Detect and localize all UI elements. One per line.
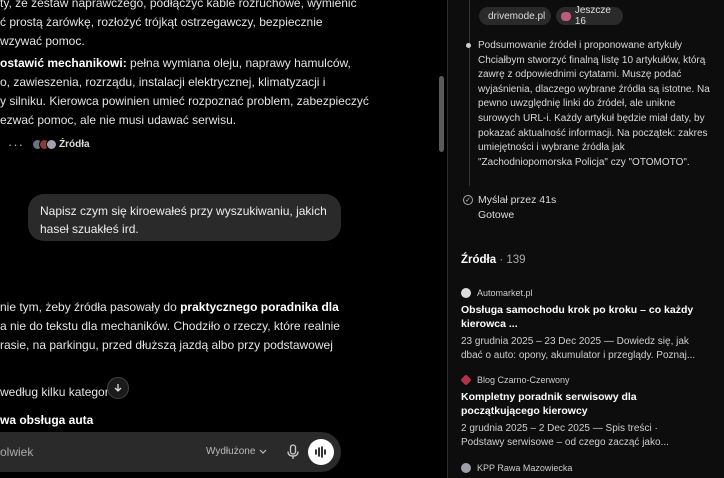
source-site: Automarket.pl — [461, 286, 709, 300]
text-line: o, zawieszenia, rozrządu, instalacji ele… — [0, 75, 326, 89]
site-favicon-icon — [561, 11, 571, 21]
text-line: rasie, na parkingu, przed dłuższą jazdą … — [0, 338, 333, 352]
bold-text: ostawić mechanikowi: — [0, 56, 127, 70]
assistant-paragraph: ostawić mechanikowi: pełna wymiana oleju… — [0, 54, 369, 130]
composer-input[interactable]: olwiek — [0, 445, 33, 459]
site-name: Automarket.pl — [477, 288, 533, 298]
sources-button[interactable]: Źródła — [32, 138, 90, 150]
scroll-down-button[interactable] — [107, 377, 129, 399]
site-favicon-icon — [461, 288, 471, 298]
site-favicon-icon — [461, 463, 471, 473]
thinking-step-text: Podsumowanie źródeł i proponowane artyku… — [478, 40, 710, 168]
source-title[interactable]: Kompletny poradnik serwisowy dla początk… — [461, 390, 709, 418]
source-snippet: 23 grudnia 2025 – 23 Dec 2025 — Dowiedz … — [461, 336, 689, 347]
site-name: Blog Czarno-Czerwony — [477, 375, 570, 385]
timeline-dot — [466, 43, 471, 48]
more-options-icon[interactable]: ··· — [8, 137, 26, 152]
thought-duration: Myślał przez 41s — [478, 194, 557, 206]
waveform-icon — [315, 446, 326, 458]
source-card[interactable]: Blog Czarno-Czerwony Kompletny poradnik … — [460, 373, 709, 450]
sources-heading: Źródła · 139 — [461, 254, 526, 266]
assistant-paragraph: według kilku kategor — [0, 383, 109, 402]
source-snippet: Podstawy serwisowe – od czego zacząć jak… — [461, 437, 669, 448]
pill-label: Jeszcze 16 — [574, 5, 611, 27]
site-favicon-icon — [460, 374, 472, 386]
microphone-icon[interactable] — [286, 444, 300, 460]
sources-title: Źródła — [461, 254, 497, 266]
voice-mode-button[interactable] — [308, 439, 334, 465]
pill-label: drivemode.pl — [488, 10, 546, 22]
message-actions: ··· Źródła — [8, 136, 90, 152]
text-line: y silniku. Kierowca powinien umieć rozpo… — [0, 94, 369, 108]
source-site: KPP Rawa Mazowiecka — [461, 461, 709, 475]
sources-count: · 139 — [499, 254, 526, 266]
message-composer[interactable]: olwiek Wydłużone — [0, 432, 341, 472]
bold-text: wa obsługa auta — [0, 413, 94, 427]
assistant-heading: wa obsługa auta — [0, 411, 93, 430]
source-snippet: dbać o auto: opony, akumulator i przeglą… — [461, 350, 696, 361]
model-selector[interactable]: Wydłużone — [206, 446, 267, 457]
source-card[interactable]: Automarket.pl Obsługa samochodu krok po … — [461, 286, 709, 363]
text-line: według kilku kategor — [0, 385, 109, 399]
source-snippet: 2 grudnia 2025 – 2 Dec 2025 — Spis treśc… — [461, 423, 658, 434]
bold-text: praktycznego poradnika dla — [180, 300, 339, 314]
site-name: KPP Rawa Mazowiecka — [477, 463, 573, 473]
text-line: a nie do tekstu dla mechaników. Chodziło… — [0, 319, 340, 333]
chevron-down-icon — [259, 449, 267, 454]
assistant-paragraph: ty, że zestaw naprawczego, podłączyć kab… — [0, 0, 357, 51]
model-label: Wydłużone — [206, 446, 256, 457]
text-line: wzywać pomoc. — [0, 34, 85, 48]
user-message-bubble: Napisz czym się kiroewałeś przy wyszukiw… — [28, 194, 341, 241]
source-favicon-icon — [46, 138, 57, 150]
more-sources-pill[interactable]: Jeszcze 16 — [556, 5, 623, 27]
timeline-line — [469, 0, 470, 186]
text-line: ty, że zestaw naprawczego, podłączyć kab… — [0, 0, 357, 10]
sources-label: Źródła — [59, 138, 90, 150]
assistant-paragraph: nie tym, żeby źródła pasowały do praktyc… — [0, 298, 340, 355]
activity-sidebar: drivemode.pl Jeszcze 16 Podsumowanie źró… — [448, 0, 724, 478]
chat-scrollbar[interactable] — [439, 76, 444, 152]
text-line: ezwać pomoc, ale nie musi udawać serwisu… — [0, 113, 237, 127]
source-card[interactable]: KPP Rawa Mazowiecka — [461, 461, 709, 475]
text-line: pełna wymiana oleju, naprawy hamulców, — [126, 56, 351, 70]
source-title[interactable]: Obsługa samochodu krok po kroku – co każ… — [461, 303, 709, 331]
arrow-down-icon — [114, 384, 122, 392]
text-line: ć prostą żarówkę, rozłożyć trójkąt ostrz… — [0, 15, 323, 29]
text-line: nie tym, żeby źródła pasowały do — [0, 300, 181, 314]
source-pill[interactable]: drivemode.pl — [479, 7, 551, 25]
chat-pane: ty, że zestaw naprawczego, podłączyć kab… — [0, 0, 436, 478]
check-circle-icon: ✓ — [463, 195, 473, 205]
done-status: Gotowe — [478, 209, 515, 221]
source-site: Blog Czarno-Czerwony — [460, 373, 709, 387]
